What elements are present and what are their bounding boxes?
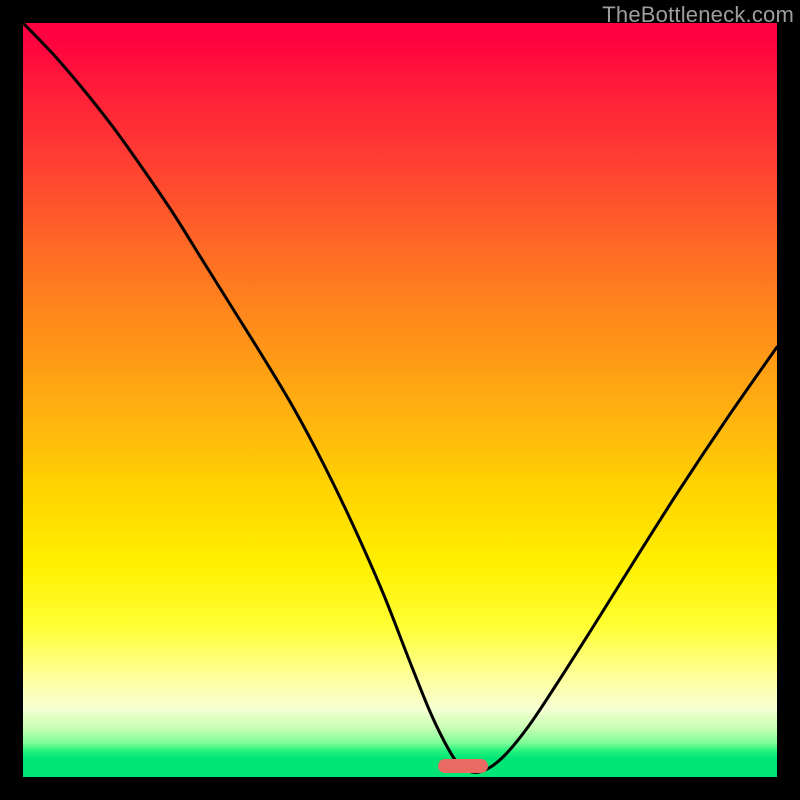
bottleneck-curve (23, 23, 777, 777)
plot-area (23, 23, 777, 777)
minimum-marker (438, 759, 488, 773)
chart-frame: TheBottleneck.com (0, 0, 800, 800)
watermark-label: TheBottleneck.com (602, 2, 794, 28)
